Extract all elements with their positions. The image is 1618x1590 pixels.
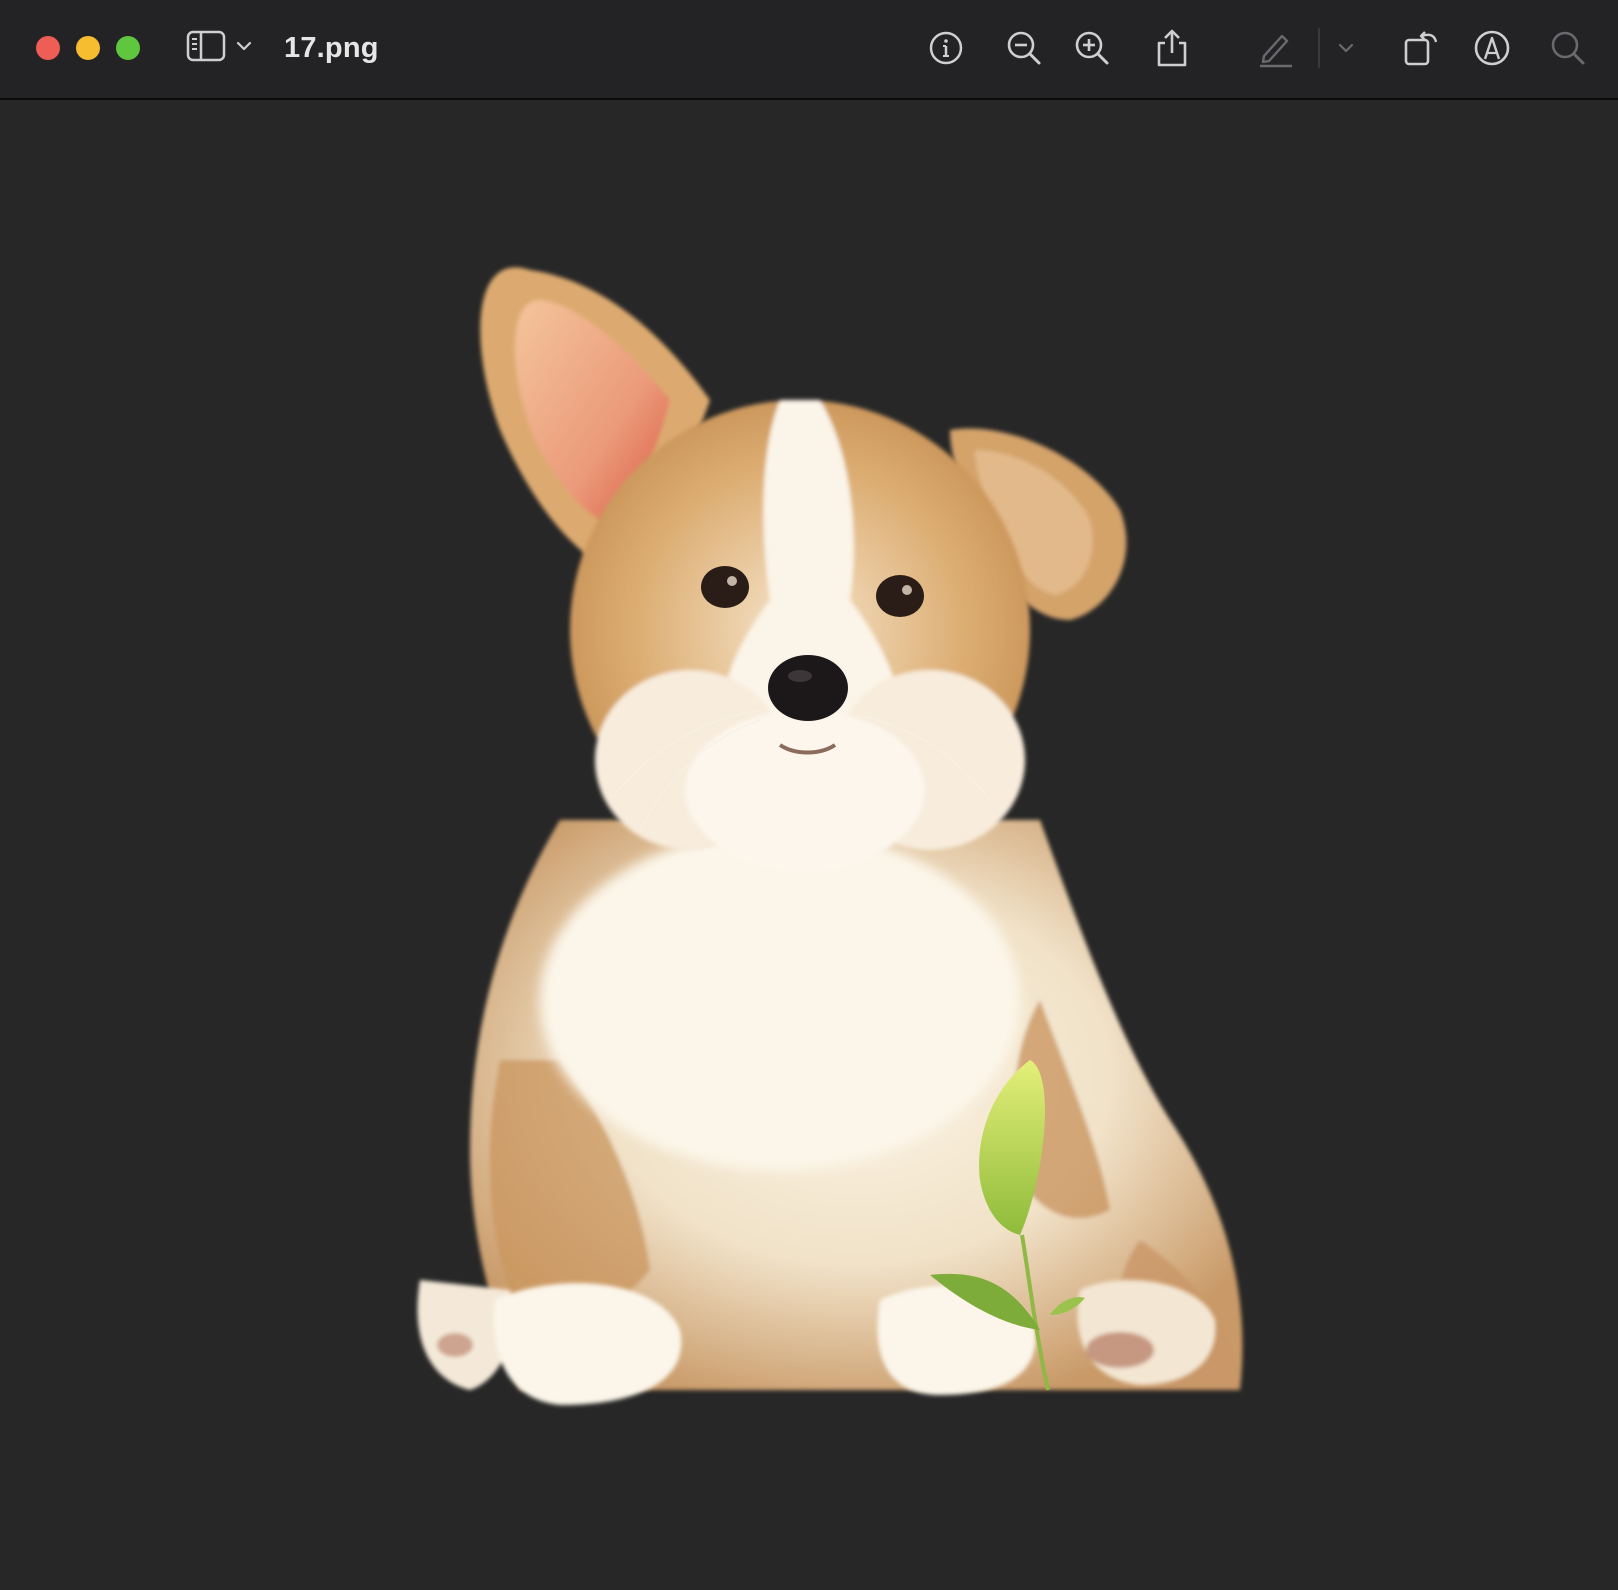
rotate-icon	[1402, 28, 1442, 68]
minimize-button[interactable]	[76, 36, 100, 60]
sidebar-icon	[186, 30, 226, 67]
zoom-out-button[interactable]	[1000, 24, 1048, 72]
share-icon	[1155, 28, 1189, 68]
preview-window: 17.png	[0, 0, 1618, 1590]
info-icon	[928, 30, 964, 66]
markup-icon	[1473, 29, 1511, 67]
toolbar-separator	[1318, 28, 1320, 68]
titlebar: 17.png	[0, 0, 1618, 100]
sidebar-toggle-button[interactable]	[186, 28, 258, 68]
zoom-button[interactable]	[116, 36, 140, 60]
corgi-puppy-photo	[417, 267, 1243, 1405]
highlight-button[interactable]	[1252, 24, 1300, 72]
info-button[interactable]	[922, 24, 970, 72]
chevron-down-icon	[236, 39, 252, 57]
share-button[interactable]	[1148, 24, 1196, 72]
search-icon	[1549, 29, 1587, 67]
zoom-in-icon	[1073, 29, 1111, 67]
highlight-options-button[interactable]	[1322, 24, 1370, 72]
chevron-down-icon	[1338, 42, 1354, 54]
rotate-button[interactable]	[1398, 24, 1446, 72]
zoom-in-button[interactable]	[1068, 24, 1116, 72]
image-canvas	[0, 100, 1618, 1590]
zoom-out-icon	[1005, 29, 1043, 67]
search-button[interactable]	[1544, 24, 1592, 72]
highlight-pen-icon	[1256, 28, 1296, 68]
document-title: 17.png	[284, 32, 379, 64]
markup-button[interactable]	[1468, 24, 1516, 72]
close-button[interactable]	[36, 36, 60, 60]
